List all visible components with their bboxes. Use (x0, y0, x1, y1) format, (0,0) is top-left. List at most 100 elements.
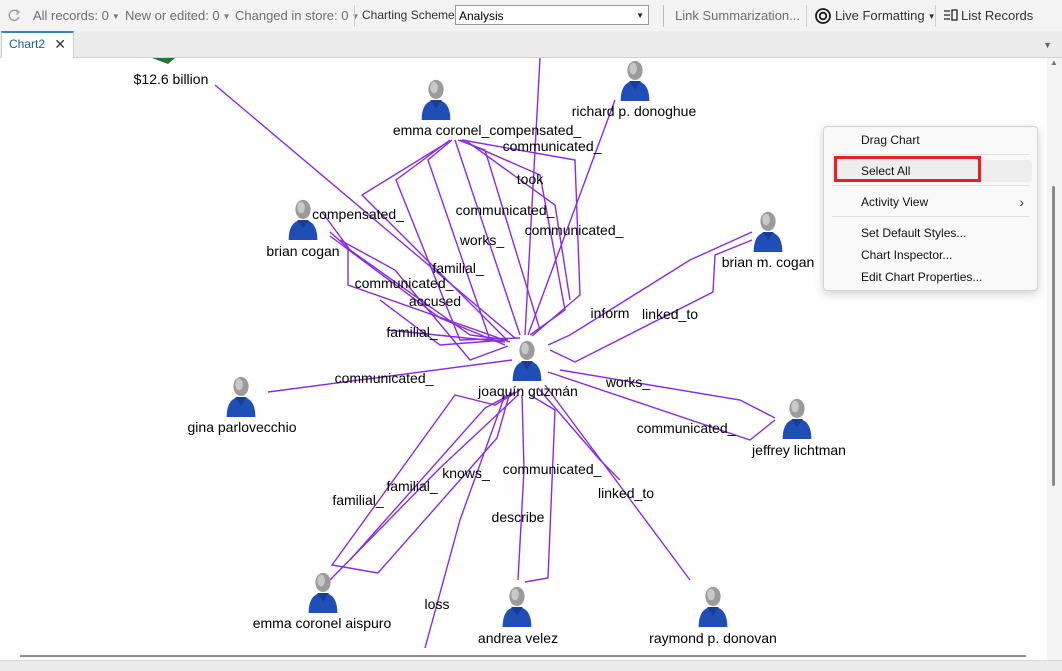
link-line[interactable] (544, 384, 691, 581)
close-icon[interactable]: ✕ (54, 33, 66, 56)
person-icon[interactable] (512, 340, 542, 382)
list-records-label: List Records (961, 8, 1034, 23)
menu-item-label: Set Default Styles... (861, 226, 967, 240)
link-line[interactable] (517, 394, 525, 581)
chevron-down-icon: ▼ (222, 12, 231, 22)
node-label[interactable]: emma coronel aispuro (253, 615, 392, 631)
tab-label: Chart2 (9, 37, 46, 51)
link-label[interactable]: accused (409, 293, 461, 309)
link-label[interactable]: communicated_ (503, 138, 602, 154)
changed-in-store-dropdown[interactable]: Changed in store: 0 ▼ (235, 0, 359, 31)
live-formatting-button[interactable]: Live Formatting ▼ (814, 0, 936, 31)
node-label[interactable]: gina parlovecchio (188, 419, 297, 435)
links[interactable] (214, 58, 776, 649)
horizontal-scrollbar[interactable] (0, 651, 1047, 660)
changed-in-store-label: Changed in store: 0 (235, 8, 349, 23)
menu-item-drag-chart[interactable]: Drag Chart (824, 129, 1037, 151)
chevron-down-icon: ▼ (351, 12, 360, 22)
refresh-icon[interactable] (6, 0, 22, 31)
node-label[interactable]: emma coronel_compensated_ (393, 122, 582, 138)
chevron-up-icon[interactable]: ▲ (1050, 58, 1058, 67)
link-line[interactable] (559, 369, 776, 419)
link-label[interactable]: loss (425, 596, 450, 612)
link-line[interactable] (464, 139, 571, 301)
link-label[interactable]: communicated_ (355, 275, 454, 291)
tab-strip: Chart2 ✕ ▼ (0, 31, 1062, 58)
node-label[interactable]: jeffrey lichtman (751, 442, 846, 458)
node-label[interactable]: brian m. cogan (722, 254, 815, 270)
toolbar-divider (806, 5, 807, 27)
link-label[interactable]: describe (492, 509, 545, 525)
vertical-scrollbar[interactable]: ▲ (1047, 58, 1062, 660)
link-label[interactable]: communicated_ (503, 461, 602, 477)
menu-item-set-default-styles[interactable]: Set Default Styles... (824, 222, 1037, 244)
link-label[interactable]: inform (591, 305, 630, 321)
person-icon[interactable] (308, 572, 338, 614)
new-or-edited-dropdown[interactable]: New or edited: 0 ▼ (125, 0, 231, 31)
link-label[interactable]: works_ (605, 374, 651, 390)
live-formatting-label: Live Formatting (835, 8, 925, 23)
menu-item-label: Edit Chart Properties... (861, 270, 983, 284)
link-label[interactable]: communicated_ (525, 222, 624, 238)
node-label[interactable]: brian cogan (266, 243, 339, 259)
person-icon[interactable] (226, 376, 256, 418)
toolbar-divider (354, 5, 355, 27)
new-or-edited-label: New or edited: 0 (125, 8, 220, 23)
person-icon[interactable] (753, 211, 783, 253)
link-label[interactable]: compensated_ (312, 206, 404, 222)
menu-item-label: Chart Inspector... (861, 248, 953, 262)
node-label-amount[interactable]: $12.6 billion (134, 71, 209, 87)
menu-item-activity-view[interactable]: Activity View › (824, 191, 1037, 213)
charting-scheme-value: Analysis (459, 9, 504, 23)
scrollbar-thumb[interactable] (1052, 186, 1055, 486)
link-label[interactable]: communicated_ (637, 420, 736, 436)
link-label[interactable]: linked_to (598, 485, 654, 501)
list-records-button[interactable]: List Records (943, 0, 1033, 31)
scrollbar-thumb[interactable] (20, 655, 1026, 657)
charting-scheme-select[interactable]: Analysis ▼ (455, 5, 649, 25)
person-icon[interactable] (502, 586, 532, 628)
status-bar (0, 660, 1062, 671)
chevron-down-icon: ▼ (636, 11, 644, 20)
tab-chart2[interactable]: Chart2 ✕ (1, 31, 74, 58)
list-icon (944, 9, 958, 21)
node-label[interactable]: joaquín guzmán (477, 383, 578, 399)
link-label[interactable]: familial_ (332, 492, 384, 508)
toolbar: All records: 0 ▼ New or edited: 0 ▼ Change… (0, 0, 1062, 32)
chevron-down-icon[interactable]: ▼ (1043, 40, 1052, 50)
chevron-right-icon: › (1019, 194, 1024, 210)
link-line[interactable] (524, 58, 541, 336)
charting-scheme-label: Charting Scheme: (362, 8, 459, 22)
link-label[interactable]: communicated_ (456, 202, 555, 218)
node-label[interactable]: richard p. donoghue (572, 103, 697, 119)
link-summarization-button[interactable]: Link Summarization... (675, 0, 800, 31)
node-label[interactable]: raymond p. donovan (649, 630, 777, 646)
link-label[interactable]: familial_ (386, 324, 438, 340)
link-line[interactable] (524, 394, 556, 583)
link-label[interactable]: works_ (459, 232, 505, 248)
context-menu: Drag Chart Select All Activity View › Set… (823, 126, 1038, 291)
currency-icon[interactable] (152, 58, 175, 64)
person-icon[interactable] (620, 60, 650, 102)
menu-separator (832, 154, 1029, 155)
target-icon (815, 8, 831, 24)
link-label[interactable]: linked_to (642, 306, 698, 322)
menu-item-chart-inspector[interactable]: Chart Inspector... (824, 244, 1037, 266)
menu-item-label: Drag Chart (861, 133, 920, 147)
toolbar-grip (663, 5, 664, 27)
link-label[interactable]: familial_ (386, 478, 438, 494)
person-icon[interactable] (782, 398, 812, 440)
all-records-dropdown[interactable]: All records: 0 ▼ (33, 0, 120, 31)
node-label[interactable]: andrea velez (478, 630, 558, 646)
link-label[interactable]: knows_ (442, 465, 490, 481)
menu-item-edit-chart-properties[interactable]: Edit Chart Properties... (824, 266, 1037, 288)
link-label[interactable]: took (517, 171, 544, 187)
toolbar-divider (935, 5, 936, 27)
person-icon[interactable] (698, 586, 728, 628)
link-label[interactable]: communicated_ (335, 370, 434, 386)
person-icon[interactable] (421, 79, 451, 121)
menu-item-label: Activity View (861, 195, 929, 209)
all-records-label: All records: 0 (33, 8, 109, 23)
highlight-box (834, 156, 981, 182)
link-label[interactable]: familial_ (432, 260, 484, 276)
